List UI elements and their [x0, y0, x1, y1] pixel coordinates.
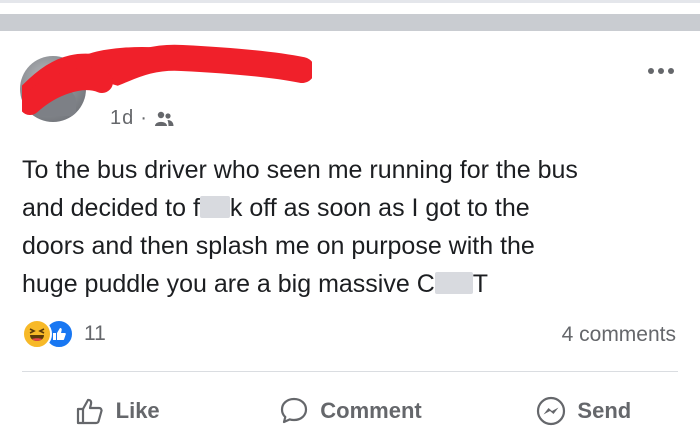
thumbs-up-icon — [76, 398, 103, 425]
post-line: huge puddle you are a big massive CT — [22, 270, 489, 298]
post-time[interactable]: 1d — [110, 107, 134, 130]
previous-post-bottom — [0, 0, 700, 14]
send-button[interactable]: Send — [467, 386, 700, 436]
friends-icon[interactable] — [154, 110, 174, 128]
reactions-summary[interactable]: 11 — [22, 319, 106, 349]
more-options-icon[interactable] — [648, 68, 674, 74]
post-actions: Like Comment Send — [0, 386, 700, 436]
post-meta: 1d · — [110, 107, 174, 130]
meta-separator: · — [140, 107, 148, 129]
post-line: and decided to fk off as soon as I got t… — [22, 194, 530, 222]
comments-count[interactable]: 4 comments — [562, 323, 676, 347]
actions-divider — [22, 371, 678, 372]
post-card: 1d · To the bus driver who seen me runni… — [0, 31, 700, 445]
messenger-icon — [537, 396, 566, 426]
feed-divider — [0, 14, 700, 31]
censor-mask — [199, 196, 230, 218]
reaction-count: 11 — [84, 322, 106, 345]
post-line: doors and then splash me on purpose with… — [22, 232, 535, 260]
haha-reaction-icon — [22, 319, 52, 349]
comment-button[interactable]: Comment — [233, 386, 466, 436]
send-label: Send — [577, 398, 632, 423]
censor-mask — [434, 272, 473, 294]
like-button[interactable]: Like — [0, 386, 233, 436]
like-label: Like — [115, 398, 160, 423]
comment-label: Comment — [320, 398, 422, 423]
post-line: To the bus driver who seen me running fo… — [22, 156, 578, 184]
post-text: To the bus driver who seen me running fo… — [22, 151, 682, 303]
comment-icon — [281, 397, 308, 424]
